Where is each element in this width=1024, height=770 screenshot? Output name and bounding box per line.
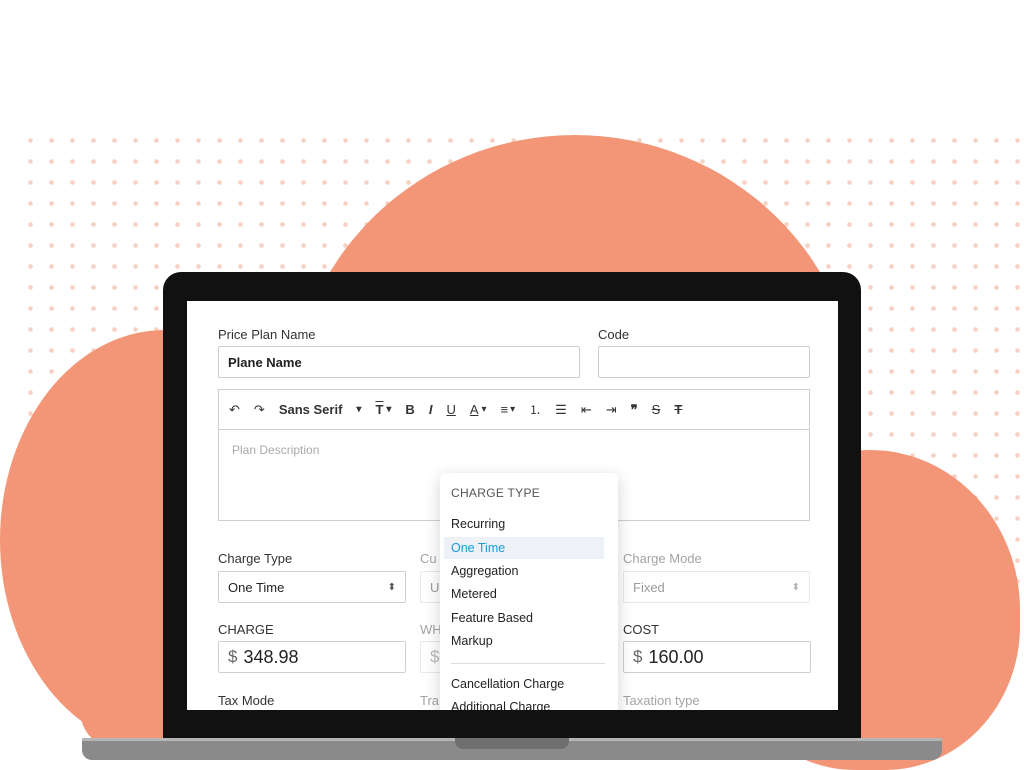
charge-value: 348.98 bbox=[243, 646, 299, 667]
code-label: Code bbox=[598, 327, 630, 342]
dropdown-item-metered[interactable]: Metered bbox=[444, 583, 604, 605]
strikethrough-icon[interactable]: S bbox=[652, 402, 661, 417]
font-size-select[interactable]: T ▾ bbox=[375, 402, 391, 417]
charge-type-dropdown: CHARGE TYPE Recurring One Time Aggregati… bbox=[440, 473, 618, 710]
charge-mode-value: Fixed bbox=[633, 579, 665, 595]
wh-label: WH bbox=[420, 622, 442, 637]
dropdown-item-one-time[interactable]: One Time bbox=[444, 537, 604, 559]
laptop-notch bbox=[455, 738, 569, 749]
cost-input[interactable]: $ 160.00 bbox=[623, 641, 811, 673]
dropdown-item-markup[interactable]: Markup bbox=[444, 630, 604, 652]
align-left-icon: ≡ bbox=[500, 402, 509, 417]
price-plan-name-label: Price Plan Name bbox=[218, 327, 316, 342]
charge-mode-select[interactable]: Fixed ⬍ bbox=[623, 571, 810, 603]
charge-type-value: One Time bbox=[228, 579, 285, 595]
indent-icon[interactable]: ⇥ bbox=[606, 402, 617, 418]
taxation-type-label: Taxation type bbox=[623, 693, 700, 708]
currency-symbol: $ bbox=[430, 647, 440, 666]
undo-icon[interactable]: ↶ bbox=[229, 402, 240, 418]
dropdown-item-feature-based[interactable]: Feature Based bbox=[444, 607, 604, 629]
select-arrows-icon: ⬍ bbox=[791, 581, 800, 593]
price-plan-name-input[interactable]: Plane Name bbox=[218, 346, 580, 378]
bullet-list-icon[interactable]: ☰ bbox=[555, 402, 567, 418]
blockquote-icon[interactable]: ❞ bbox=[631, 402, 638, 418]
chevron-down-icon: ▾ bbox=[510, 404, 516, 415]
rich-text-toolbar: ↶ ↷ Sans Serif ▾ T ▾ B I U A ▾ ≡ ▾ ⒈ ☰ ⇤… bbox=[218, 389, 810, 429]
charge-type-label: Charge Type bbox=[218, 551, 293, 566]
dropdown-item-aggregation[interactable]: Aggregation bbox=[444, 560, 604, 582]
charge-input[interactable]: $ 348.98 bbox=[218, 641, 406, 673]
chevron-down-icon: ▾ bbox=[481, 404, 487, 415]
laptop-screen: Price Plan Name Plane Name Code ↶ ↷ Sans… bbox=[187, 301, 838, 710]
cost-label: COST bbox=[623, 622, 660, 637]
dropdown-header: CHARGE TYPE bbox=[451, 486, 541, 500]
tra-label: Tra bbox=[420, 693, 440, 708]
code-input[interactable] bbox=[598, 346, 810, 378]
dropdown-divider bbox=[451, 663, 605, 664]
text-color-icon: A bbox=[469, 402, 479, 417]
text-color-select[interactable]: A ▾ bbox=[470, 402, 487, 417]
description-placeholder: Plan Description bbox=[232, 443, 320, 457]
redo-icon[interactable]: ↷ bbox=[254, 402, 265, 418]
font-family-select[interactable]: Sans Serif ▾ bbox=[279, 402, 362, 417]
chevron-down-icon: ▾ bbox=[356, 404, 362, 415]
outdent-icon[interactable]: ⇤ bbox=[581, 402, 592, 418]
italic-icon[interactable]: I bbox=[429, 402, 433, 417]
dropdown-item-cancellation-charge[interactable]: Cancellation Charge bbox=[444, 673, 604, 695]
chevron-down-icon: ▾ bbox=[386, 404, 392, 415]
currency-label: Cu bbox=[420, 551, 437, 566]
select-arrows-icon: ⬍ bbox=[387, 581, 396, 593]
tax-mode-label: Tax Mode bbox=[218, 693, 275, 708]
underline-icon[interactable]: U bbox=[446, 402, 455, 417]
ordered-list-icon[interactable]: ⒈ bbox=[529, 401, 541, 418]
cost-value: 160.00 bbox=[648, 646, 704, 667]
dropdown-item-recurring[interactable]: Recurring bbox=[444, 513, 604, 535]
font-family-label: Sans Serif bbox=[278, 402, 343, 417]
currency-symbol: $ bbox=[633, 647, 643, 666]
charge-mode-label: Charge Mode bbox=[623, 551, 702, 566]
currency-symbol: $ bbox=[228, 647, 238, 666]
clear-format-icon[interactable]: T bbox=[674, 402, 682, 417]
align-select[interactable]: ≡ ▾ bbox=[501, 402, 516, 417]
font-size-icon: T bbox=[375, 402, 384, 417]
charge-type-select[interactable]: One Time ⬍ bbox=[218, 571, 406, 603]
dropdown-item-additional-charge[interactable]: Additional Charge bbox=[444, 696, 604, 710]
bold-icon[interactable]: B bbox=[405, 402, 414, 417]
charge-label: CHARGE bbox=[218, 622, 274, 637]
